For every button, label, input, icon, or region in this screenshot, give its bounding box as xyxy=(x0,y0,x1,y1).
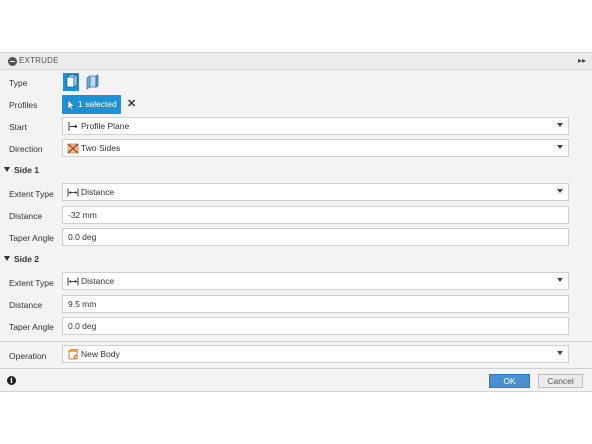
profile-plane-icon xyxy=(67,121,79,132)
new-body-icon xyxy=(67,349,79,360)
direction-dropdown[interactable]: Two Sides xyxy=(62,139,569,157)
chevron-down-icon xyxy=(557,351,563,355)
collapse-triangle-icon xyxy=(4,167,10,172)
start-dropdown[interactable]: Profile Plane xyxy=(62,117,569,135)
side1-distance-label: Distance xyxy=(9,211,43,221)
side1-distance-input[interactable]: -32 mm xyxy=(62,206,569,224)
side2-taper-angle-input[interactable]: 0.0 deg xyxy=(62,317,569,335)
cursor-arrow-icon xyxy=(67,99,75,111)
side1-extent-type-dropdown[interactable]: Distance xyxy=(62,183,569,201)
operation-value: New Body xyxy=(81,349,120,359)
side2-distance-input[interactable]: 9.5 mm xyxy=(62,295,569,313)
direction-label: Direction xyxy=(9,144,43,154)
side2-taper-angle-value: 0.0 deg xyxy=(68,321,97,331)
solid-extrude-icon xyxy=(65,74,79,88)
dialog-titlebar: EXTRUDE ▸▸ xyxy=(0,53,592,70)
chevron-down-icon xyxy=(557,145,563,149)
side2-taper-angle-label: Taper Angle xyxy=(9,322,54,332)
profiles-selection-button[interactable]: 1 selected xyxy=(62,95,121,114)
section-divider xyxy=(0,341,592,342)
two-sides-icon xyxy=(67,143,79,154)
info-icon[interactable]: i xyxy=(7,376,16,385)
side2-extent-type-label: Extent Type xyxy=(9,278,54,288)
operation-dropdown[interactable]: New Body xyxy=(62,345,569,363)
solid-extrude-button[interactable] xyxy=(63,73,79,91)
side1-distance-value: -32 mm xyxy=(68,210,97,220)
footer-divider xyxy=(0,368,592,369)
side1-heading: Side 1 xyxy=(14,165,40,175)
side1-section-header[interactable]: Side 1 xyxy=(4,165,39,175)
distance-icon xyxy=(67,187,79,198)
type-label: Type xyxy=(9,78,28,88)
chevron-down-icon xyxy=(557,278,563,282)
side2-extent-type-value: Distance xyxy=(81,276,115,286)
profiles-label: Profiles xyxy=(9,100,38,110)
side1-taper-angle-value: 0.0 deg xyxy=(68,232,97,242)
side1-extent-type-label: Extent Type xyxy=(9,189,54,199)
start-label: Start xyxy=(9,122,27,132)
side1-taper-angle-label: Taper Angle xyxy=(9,233,54,243)
side2-distance-label: Distance xyxy=(9,300,43,310)
dialog-title: EXTRUDE xyxy=(19,56,59,65)
extrude-dialog: EXTRUDE ▸▸ Type Profiles 1 selected ✕ St… xyxy=(0,52,592,392)
collapse-triangle-icon xyxy=(4,256,10,261)
distance-icon xyxy=(67,276,79,287)
ok-button[interactable]: OK xyxy=(489,374,530,388)
direction-value: Two Sides xyxy=(81,143,121,153)
collapse-icon[interactable] xyxy=(8,57,17,66)
side2-heading: Side 2 xyxy=(14,254,40,264)
start-value: Profile Plane xyxy=(81,121,130,131)
side1-taper-angle-input[interactable]: 0.0 deg xyxy=(62,228,569,246)
side2-section-header[interactable]: Side 2 xyxy=(4,254,39,264)
expand-icon[interactable]: ▸▸ xyxy=(578,56,586,65)
side2-distance-value: 9.5 mm xyxy=(68,299,97,309)
clear-selection-icon[interactable]: ✕ xyxy=(127,97,136,110)
cancel-button[interactable]: Cancel xyxy=(538,374,583,388)
chevron-down-icon xyxy=(557,123,563,127)
operation-label: Operation xyxy=(9,351,47,361)
side1-extent-type-value: Distance xyxy=(81,187,115,197)
profiles-selection-text: 1 selected xyxy=(78,99,117,109)
side2-extent-type-dropdown[interactable]: Distance xyxy=(62,272,569,290)
thin-extrude-icon xyxy=(86,74,99,90)
thin-extrude-button[interactable] xyxy=(84,73,100,91)
chevron-down-icon xyxy=(557,189,563,193)
